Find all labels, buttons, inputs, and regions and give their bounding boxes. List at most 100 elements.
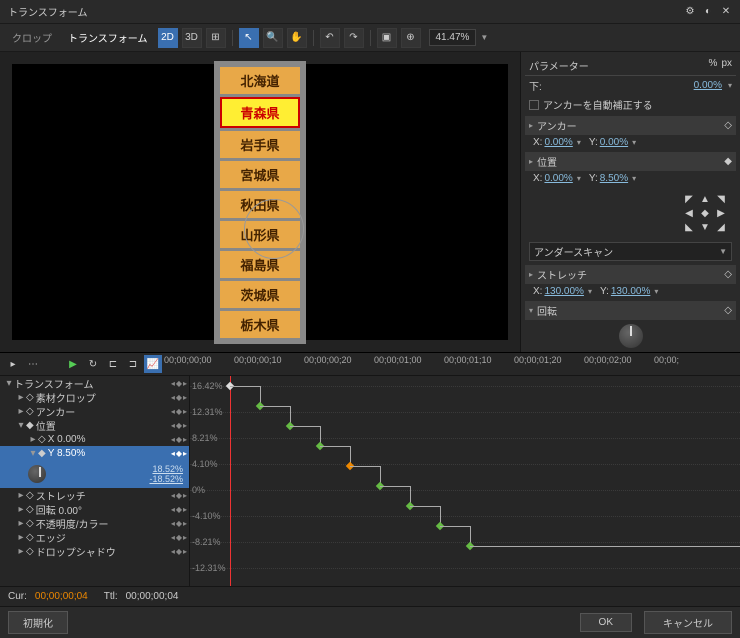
pos-y-value[interactable]: 8.50%: [600, 173, 628, 184]
down-label: 下:: [529, 78, 542, 93]
rotate-expand[interactable]: ▾: [529, 306, 533, 315]
tab-transform[interactable]: トランスフォーム: [62, 27, 154, 48]
settings-button[interactable]: ⋯: [24, 355, 42, 373]
play-button[interactable]: ▶: [64, 355, 82, 373]
graph-axis-label: -8.21%: [192, 537, 221, 547]
safe-area-button[interactable]: ▣: [377, 28, 397, 48]
arrow-left-icon: ◀: [682, 206, 696, 220]
underscan-dropdown[interactable]: アンダースキャン▼: [529, 242, 732, 261]
next-button[interactable]: ⊐: [124, 355, 142, 373]
track-row[interactable]: ▾◆位置◂◆▸: [0, 418, 189, 432]
track-row[interactable]: ▸◇素材クロップ◂◆▸: [0, 390, 189, 404]
track-row[interactable]: ▸◇エッジ◂◆▸: [0, 530, 189, 544]
loop-button[interactable]: ↻: [84, 355, 102, 373]
track-row[interactable]: ▸◇アンカー◂◆▸: [0, 404, 189, 418]
arrow-ne-icon: ◥: [714, 192, 728, 206]
stretch-x-value[interactable]: 130.00%: [544, 286, 583, 297]
ok-button[interactable]: OK: [580, 613, 632, 632]
window-title: トランスフォーム: [8, 4, 88, 19]
zoom-level[interactable]: 41.47%: [429, 29, 477, 46]
track-row[interactable]: ▾◆Y 8.50%◂◆▸: [0, 446, 189, 460]
grid-button[interactable]: ⊞: [206, 28, 226, 48]
keyframe-icon[interactable]: ◆: [724, 156, 732, 167]
track-row[interactable]: ▸◇回転 0.00°◂◆▸: [0, 502, 189, 516]
select-tool[interactable]: ↖: [239, 28, 259, 48]
track-row[interactable]: ▸◇ストレッチ◂◆▸: [0, 488, 189, 502]
anchor-label: アンカー: [537, 118, 577, 133]
stretch-y-value[interactable]: 130.00%: [611, 286, 650, 297]
cancel-button[interactable]: キャンセル: [644, 611, 732, 634]
pos-x-value[interactable]: 0.00%: [544, 173, 572, 184]
close-icon[interactable]: ✕: [720, 6, 732, 18]
anchor-auto-checkbox[interactable]: [529, 100, 539, 110]
init-button[interactable]: 初期化: [8, 611, 68, 634]
playhead[interactable]: [230, 376, 231, 586]
anchor-x-value[interactable]: 0.00%: [544, 137, 572, 148]
graph-axis-label: 16.42%: [192, 381, 223, 391]
keyframe-icon[interactable]: ◇: [724, 305, 732, 316]
underscan-label: アンダースキャン: [534, 244, 613, 259]
ruler-tick: 00;00;00;20: [304, 355, 352, 365]
down-value[interactable]: 0.00%: [694, 80, 722, 91]
graph-axis-label: 8.21%: [192, 433, 218, 443]
list-item[interactable]: 北海道: [220, 67, 299, 94]
arrow-se-icon: ◢: [714, 220, 728, 234]
cur-label: Cur:: [8, 591, 27, 602]
settings-icon[interactable]: ⚙: [684, 6, 696, 18]
list-item[interactable]: 栃木県: [220, 311, 299, 338]
redo-button[interactable]: ↷: [344, 28, 364, 48]
ttl-label: Ttl:: [104, 591, 118, 602]
y-label: Y:: [600, 286, 609, 297]
keyframe-icon[interactable]: ◇: [724, 269, 732, 280]
anchor-expand[interactable]: ▸: [529, 121, 533, 130]
mode-3d-button[interactable]: 3D: [182, 28, 202, 48]
tab-crop[interactable]: クロップ: [6, 27, 58, 48]
unit-percent[interactable]: %: [709, 58, 718, 73]
zoom-tool[interactable]: 🔍: [263, 28, 283, 48]
graph-axis-label: -12.31%: [192, 563, 226, 573]
prefecture-list: 北海道青森県岩手県宮城県秋田県山形県福島県茨城県栃木県: [214, 61, 305, 344]
track-row[interactable]: ▸◇X 0.00%◂◆▸: [0, 432, 189, 446]
track-row[interactable]: ▸◇不透明度/カラー◂◆▸: [0, 516, 189, 530]
rotate-dial[interactable]: [619, 324, 643, 348]
list-item[interactable]: 青森県: [220, 97, 299, 128]
ttl-time: 00;00;00;04: [126, 591, 179, 602]
unit-px[interactable]: px: [721, 58, 732, 73]
graph-button[interactable]: 📈: [144, 355, 162, 373]
cur-time: 00;00;00;04: [35, 591, 88, 602]
arrow-nw-icon: ◤: [682, 192, 696, 206]
track-row[interactable]: ▾トランスフォーム◂◆▸: [0, 376, 189, 390]
prev-button[interactable]: ⊏: [104, 355, 122, 373]
graph-area[interactable]: 16.42%12.31%8.21%4.10%0%-4.10%-8.21%-12.…: [190, 376, 740, 586]
canvas[interactable]: 北海道青森県岩手県宮城県秋田県山形県福島県茨城県栃木県: [12, 64, 508, 340]
collapse-button[interactable]: ▸: [4, 355, 22, 373]
undo-button[interactable]: ↶: [320, 28, 340, 48]
list-item[interactable]: 茨城県: [220, 281, 299, 308]
arrow-up-icon: ▲: [698, 192, 712, 206]
position-expand[interactable]: ▸: [529, 157, 533, 166]
ruler-tick: 00;00;02;00: [584, 355, 632, 365]
chevron-down-icon[interactable]: ▾: [728, 81, 732, 90]
zoom-dropdown-icon[interactable]: ▼: [480, 33, 488, 42]
arrow-down-icon: ▼: [698, 220, 712, 234]
arrow-right-icon: ▶: [714, 206, 728, 220]
x-label: X:: [533, 137, 542, 148]
time-ruler[interactable]: 00;00;00;0000;00;00;1000;00;00;2000;00;0…: [164, 355, 736, 373]
rotate-label: 回転: [537, 303, 557, 318]
anchor-y-value[interactable]: 0.00%: [600, 137, 628, 148]
track-row[interactable]: ▸◇ドロップシャドウ◂◆▸: [0, 544, 189, 558]
list-item[interactable]: 岩手県: [220, 131, 299, 158]
parameters-panel: パラメーター % px 下: 0.00% ▾ アンカーを自動補正する ▸ アンカ…: [520, 52, 740, 352]
nudge-arrows[interactable]: ◤▲◥ ◀◆▶ ◣▼◢: [678, 188, 732, 238]
track-row-values: 18.52%-18.52%: [0, 460, 189, 488]
center-dot-icon: ◆: [698, 206, 712, 220]
help-icon[interactable]: ◐: [702, 6, 714, 18]
ruler-tick: 00;00;01;20: [514, 355, 562, 365]
pan-tool[interactable]: ✋: [287, 28, 307, 48]
stretch-expand[interactable]: ▸: [529, 270, 533, 279]
stretch-label: ストレッチ: [537, 267, 587, 282]
list-item[interactable]: 宮城県: [220, 161, 299, 188]
keyframe-icon[interactable]: ◇: [724, 120, 732, 131]
center-button[interactable]: ⊕: [401, 28, 421, 48]
mode-2d-button[interactable]: 2D: [158, 28, 178, 48]
